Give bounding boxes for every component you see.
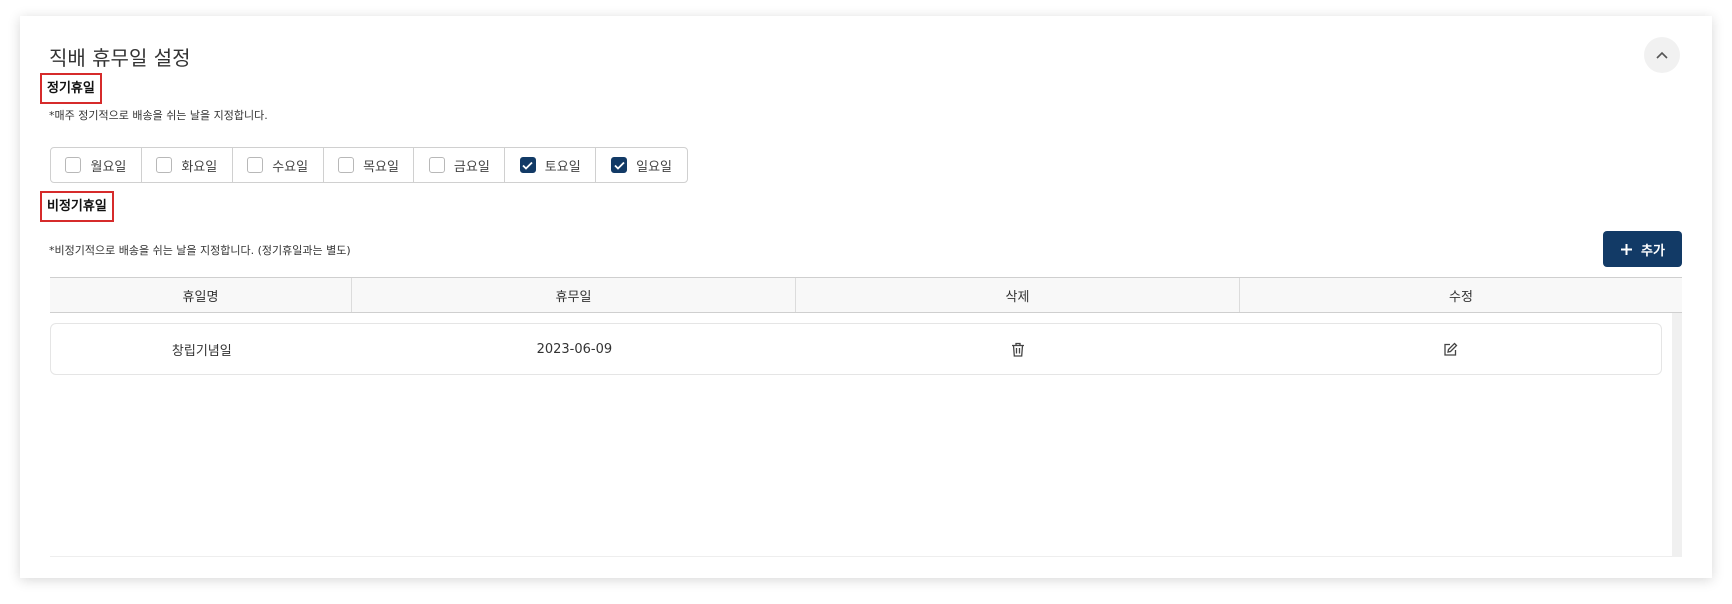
day-checkbox-fri[interactable]: 금요일 xyxy=(414,148,506,182)
checkbox-checked[interactable] xyxy=(519,157,536,173)
regular-holiday-note: *매주 정기적으로 배송을 쉬는 날을 지정합니다. xyxy=(49,109,268,122)
edit-icon xyxy=(1444,342,1458,356)
day-label: 토요일 xyxy=(544,159,581,175)
chevron-up-icon xyxy=(1656,51,1668,59)
table-body: 창립기념일 2023-06-09 xyxy=(50,313,1682,557)
day-checkbox-sun[interactable]: 일요일 xyxy=(596,148,687,182)
day-checkbox-mon[interactable]: 월요일 xyxy=(51,148,142,182)
holiday-settings-panel: 직배 휴무일 설정 정기휴일 *매주 정기적으로 배송을 쉬는 날을 지정합니다… xyxy=(20,16,1712,578)
add-holiday-button[interactable]: 추가 xyxy=(1603,231,1682,267)
holiday-table: 휴일명 휴무일 삭제 수정 창립기념일 2023-06-09 xyxy=(50,277,1682,557)
trash-icon xyxy=(1011,342,1024,357)
holiday-date-cell: 2023-06-09 xyxy=(536,341,613,357)
checkmark-icon xyxy=(614,161,625,170)
checkbox[interactable] xyxy=(156,157,173,173)
checkbox[interactable] xyxy=(65,157,82,173)
column-header-delete: 삭제 xyxy=(796,278,1240,312)
day-label: 일요일 xyxy=(636,159,673,175)
regular-holiday-label: 정기휴일 xyxy=(40,73,102,104)
panel-title: 직배 휴무일 설정 xyxy=(49,46,191,70)
holiday-name-cell: 창립기념일 xyxy=(171,343,232,359)
day-label: 금요일 xyxy=(453,159,490,175)
day-label: 월요일 xyxy=(90,159,127,175)
checkmark-icon xyxy=(522,161,533,170)
table-row: 창립기념일 2023-06-09 xyxy=(50,323,1662,375)
day-checkbox-sat[interactable]: 토요일 xyxy=(505,148,597,182)
checkbox-checked[interactable] xyxy=(611,157,628,173)
table-scrollbar[interactable] xyxy=(1672,313,1682,557)
column-header-date: 휴무일 xyxy=(352,278,796,312)
checkbox[interactable] xyxy=(338,157,355,173)
collapse-button[interactable] xyxy=(1644,37,1680,73)
plus-icon xyxy=(1621,243,1633,255)
edit-button[interactable] xyxy=(1443,342,1458,357)
checkbox[interactable] xyxy=(247,157,264,173)
checkbox[interactable] xyxy=(428,157,445,173)
table-header: 휴일명 휴무일 삭제 수정 xyxy=(50,277,1682,313)
column-header-name: 휴일명 xyxy=(50,278,352,312)
day-checkbox-tue[interactable]: 화요일 xyxy=(142,148,233,182)
weekday-checkbox-group: 월요일 화요일 수요일 목요일 금요일 토요일 일요일 xyxy=(50,147,688,183)
irregular-holiday-label: 비정기휴일 xyxy=(40,191,114,222)
day-label: 수요일 xyxy=(272,159,309,175)
delete-cell xyxy=(796,324,1239,374)
column-header-edit: 수정 xyxy=(1449,289,1473,305)
day-label: 화요일 xyxy=(181,159,218,175)
edit-cell xyxy=(1240,324,1661,374)
irregular-holiday-note: *비정기적으로 배송을 쉬는 날을 지정합니다. (정기휴일과는 별도) xyxy=(49,244,351,257)
day-checkbox-wed[interactable]: 수요일 xyxy=(233,148,324,182)
add-button-label: 추가 xyxy=(1641,243,1665,259)
day-checkbox-thu[interactable]: 목요일 xyxy=(324,148,415,182)
day-label: 목요일 xyxy=(363,159,399,175)
delete-button[interactable] xyxy=(1011,342,1025,357)
